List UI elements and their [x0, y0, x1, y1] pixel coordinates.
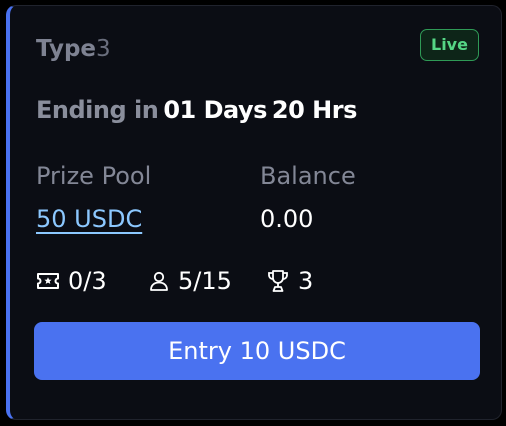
- balance-label: Balance: [260, 162, 356, 190]
- user-icon: [148, 270, 170, 292]
- contest-card: Type3 Live Ending in 01 Days 20 Hrs Prize …: [6, 5, 502, 420]
- winners-stat: 3: [266, 265, 313, 297]
- tickets-stat: 0/3: [36, 265, 107, 297]
- card-title-name: Type: [36, 36, 97, 62]
- ending-days: 01 Days: [163, 96, 267, 124]
- balance-value: 0.00: [260, 205, 314, 233]
- prize-pool-link[interactable]: 50 USDC: [36, 205, 142, 233]
- players-stat: 5/15: [148, 265, 232, 297]
- ending-label: Ending in: [36, 96, 159, 124]
- prize-pool-value[interactable]: 50 USDC: [36, 204, 142, 234]
- winners-count: 3: [298, 267, 314, 295]
- ticket-icon: [36, 271, 60, 291]
- trophy-icon: [266, 268, 290, 294]
- entry-button[interactable]: Entry 10 USDC: [34, 322, 480, 380]
- ending-hours: 20 Hrs: [271, 96, 357, 124]
- card-title-number: 3: [96, 36, 111, 62]
- ending-countdown: Ending in 01 Days 20 Hrs: [36, 95, 357, 125]
- tickets-count: 0/3: [68, 267, 107, 295]
- card-title: Type3: [36, 35, 111, 63]
- prize-pool-label: Prize Pool: [36, 162, 152, 190]
- status-badge: Live: [420, 29, 479, 61]
- players-count: 5/15: [178, 267, 232, 295]
